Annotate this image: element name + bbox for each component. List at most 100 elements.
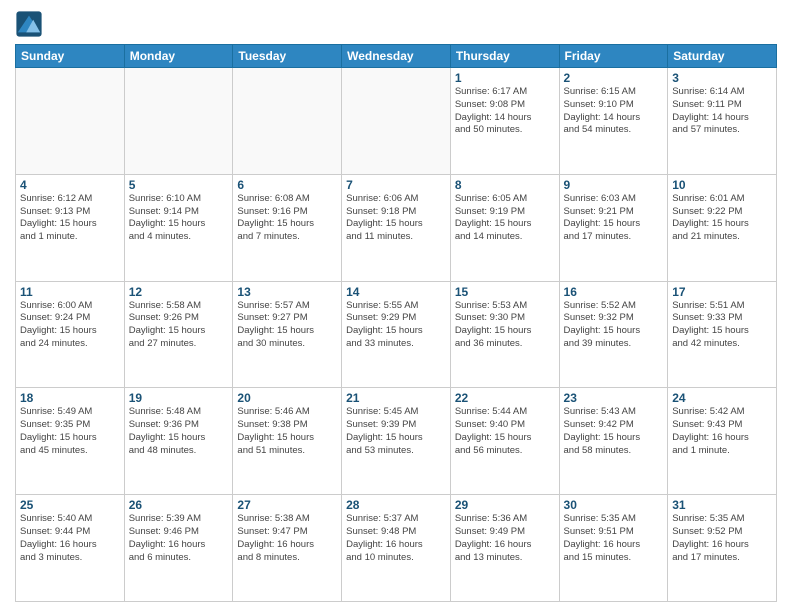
calendar-cell: 29Sunrise: 5:36 AM Sunset: 9:49 PM Dayli…	[450, 495, 559, 602]
day-info: Sunrise: 5:36 AM Sunset: 9:49 PM Dayligh…	[455, 513, 555, 564]
day-info: Sunrise: 5:46 AM Sunset: 9:38 PM Dayligh…	[237, 406, 337, 457]
calendar-cell: 31Sunrise: 5:35 AM Sunset: 9:52 PM Dayli…	[668, 495, 777, 602]
day-info: Sunrise: 5:45 AM Sunset: 9:39 PM Dayligh…	[346, 406, 446, 457]
logo-icon	[15, 10, 43, 38]
day-info: Sunrise: 5:35 AM Sunset: 9:52 PM Dayligh…	[672, 513, 772, 564]
day-info: Sunrise: 5:58 AM Sunset: 9:26 PM Dayligh…	[129, 300, 229, 351]
day-number: 25	[20, 498, 120, 512]
weekday-header-saturday: Saturday	[668, 45, 777, 68]
calendar-cell	[16, 68, 125, 175]
day-number: 15	[455, 285, 555, 299]
calendar-cell: 17Sunrise: 5:51 AM Sunset: 9:33 PM Dayli…	[668, 281, 777, 388]
day-info: Sunrise: 5:55 AM Sunset: 9:29 PM Dayligh…	[346, 300, 446, 351]
day-info: Sunrise: 6:15 AM Sunset: 9:10 PM Dayligh…	[564, 86, 664, 137]
day-number: 12	[129, 285, 229, 299]
day-number: 31	[672, 498, 772, 512]
day-number: 6	[237, 178, 337, 192]
calendar-cell: 12Sunrise: 5:58 AM Sunset: 9:26 PM Dayli…	[124, 281, 233, 388]
calendar-cell: 18Sunrise: 5:49 AM Sunset: 9:35 PM Dayli…	[16, 388, 125, 495]
day-info: Sunrise: 6:14 AM Sunset: 9:11 PM Dayligh…	[672, 86, 772, 137]
day-number: 24	[672, 391, 772, 405]
calendar-cell: 6Sunrise: 6:08 AM Sunset: 9:16 PM Daylig…	[233, 174, 342, 281]
day-info: Sunrise: 6:06 AM Sunset: 9:18 PM Dayligh…	[346, 193, 446, 244]
day-number: 16	[564, 285, 664, 299]
day-number: 21	[346, 391, 446, 405]
day-info: Sunrise: 5:37 AM Sunset: 9:48 PM Dayligh…	[346, 513, 446, 564]
day-number: 19	[129, 391, 229, 405]
calendar-cell: 27Sunrise: 5:38 AM Sunset: 9:47 PM Dayli…	[233, 495, 342, 602]
day-number: 8	[455, 178, 555, 192]
day-number: 30	[564, 498, 664, 512]
day-info: Sunrise: 5:57 AM Sunset: 9:27 PM Dayligh…	[237, 300, 337, 351]
calendar-cell: 10Sunrise: 6:01 AM Sunset: 9:22 PM Dayli…	[668, 174, 777, 281]
calendar-cell: 9Sunrise: 6:03 AM Sunset: 9:21 PM Daylig…	[559, 174, 668, 281]
calendar-cell: 16Sunrise: 5:52 AM Sunset: 9:32 PM Dayli…	[559, 281, 668, 388]
calendar-cell: 2Sunrise: 6:15 AM Sunset: 9:10 PM Daylig…	[559, 68, 668, 175]
day-info: Sunrise: 6:12 AM Sunset: 9:13 PM Dayligh…	[20, 193, 120, 244]
day-number: 2	[564, 71, 664, 85]
day-number: 27	[237, 498, 337, 512]
calendar-cell: 1Sunrise: 6:17 AM Sunset: 9:08 PM Daylig…	[450, 68, 559, 175]
header	[15, 10, 777, 38]
weekday-header-friday: Friday	[559, 45, 668, 68]
calendar-table: SundayMondayTuesdayWednesdayThursdayFrid…	[15, 44, 777, 602]
day-number: 3	[672, 71, 772, 85]
day-number: 14	[346, 285, 446, 299]
calendar-cell: 30Sunrise: 5:35 AM Sunset: 9:51 PM Dayli…	[559, 495, 668, 602]
weekday-header-row: SundayMondayTuesdayWednesdayThursdayFrid…	[16, 45, 777, 68]
day-number: 20	[237, 391, 337, 405]
day-number: 18	[20, 391, 120, 405]
calendar-cell: 19Sunrise: 5:48 AM Sunset: 9:36 PM Dayli…	[124, 388, 233, 495]
calendar-cell: 28Sunrise: 5:37 AM Sunset: 9:48 PM Dayli…	[342, 495, 451, 602]
calendar-cell	[342, 68, 451, 175]
day-info: Sunrise: 6:10 AM Sunset: 9:14 PM Dayligh…	[129, 193, 229, 244]
calendar-cell: 7Sunrise: 6:06 AM Sunset: 9:18 PM Daylig…	[342, 174, 451, 281]
calendar-cell: 13Sunrise: 5:57 AM Sunset: 9:27 PM Dayli…	[233, 281, 342, 388]
day-info: Sunrise: 5:43 AM Sunset: 9:42 PM Dayligh…	[564, 406, 664, 457]
day-info: Sunrise: 5:40 AM Sunset: 9:44 PM Dayligh…	[20, 513, 120, 564]
day-number: 7	[346, 178, 446, 192]
calendar-cell: 25Sunrise: 5:40 AM Sunset: 9:44 PM Dayli…	[16, 495, 125, 602]
day-info: Sunrise: 6:05 AM Sunset: 9:19 PM Dayligh…	[455, 193, 555, 244]
day-info: Sunrise: 5:38 AM Sunset: 9:47 PM Dayligh…	[237, 513, 337, 564]
day-number: 11	[20, 285, 120, 299]
weekday-header-tuesday: Tuesday	[233, 45, 342, 68]
calendar-cell	[233, 68, 342, 175]
day-info: Sunrise: 6:03 AM Sunset: 9:21 PM Dayligh…	[564, 193, 664, 244]
day-number: 9	[564, 178, 664, 192]
week-row-3: 11Sunrise: 6:00 AM Sunset: 9:24 PM Dayli…	[16, 281, 777, 388]
calendar-cell: 3Sunrise: 6:14 AM Sunset: 9:11 PM Daylig…	[668, 68, 777, 175]
day-number: 22	[455, 391, 555, 405]
calendar-cell: 24Sunrise: 5:42 AM Sunset: 9:43 PM Dayli…	[668, 388, 777, 495]
calendar-cell: 14Sunrise: 5:55 AM Sunset: 9:29 PM Dayli…	[342, 281, 451, 388]
day-number: 28	[346, 498, 446, 512]
day-number: 29	[455, 498, 555, 512]
week-row-4: 18Sunrise: 5:49 AM Sunset: 9:35 PM Dayli…	[16, 388, 777, 495]
calendar-cell: 8Sunrise: 6:05 AM Sunset: 9:19 PM Daylig…	[450, 174, 559, 281]
day-number: 23	[564, 391, 664, 405]
week-row-1: 1Sunrise: 6:17 AM Sunset: 9:08 PM Daylig…	[16, 68, 777, 175]
week-row-5: 25Sunrise: 5:40 AM Sunset: 9:44 PM Dayli…	[16, 495, 777, 602]
day-info: Sunrise: 6:17 AM Sunset: 9:08 PM Dayligh…	[455, 86, 555, 137]
calendar-cell: 4Sunrise: 6:12 AM Sunset: 9:13 PM Daylig…	[16, 174, 125, 281]
day-info: Sunrise: 6:08 AM Sunset: 9:16 PM Dayligh…	[237, 193, 337, 244]
day-info: Sunrise: 6:01 AM Sunset: 9:22 PM Dayligh…	[672, 193, 772, 244]
weekday-header-wednesday: Wednesday	[342, 45, 451, 68]
calendar-cell: 15Sunrise: 5:53 AM Sunset: 9:30 PM Dayli…	[450, 281, 559, 388]
weekday-header-monday: Monday	[124, 45, 233, 68]
weekday-header-thursday: Thursday	[450, 45, 559, 68]
logo	[15, 10, 47, 38]
day-info: Sunrise: 5:51 AM Sunset: 9:33 PM Dayligh…	[672, 300, 772, 351]
day-info: Sunrise: 5:42 AM Sunset: 9:43 PM Dayligh…	[672, 406, 772, 457]
day-info: Sunrise: 5:44 AM Sunset: 9:40 PM Dayligh…	[455, 406, 555, 457]
day-number: 26	[129, 498, 229, 512]
weekday-header-sunday: Sunday	[16, 45, 125, 68]
calendar-cell: 5Sunrise: 6:10 AM Sunset: 9:14 PM Daylig…	[124, 174, 233, 281]
calendar-cell: 21Sunrise: 5:45 AM Sunset: 9:39 PM Dayli…	[342, 388, 451, 495]
day-info: Sunrise: 5:49 AM Sunset: 9:35 PM Dayligh…	[20, 406, 120, 457]
day-info: Sunrise: 5:52 AM Sunset: 9:32 PM Dayligh…	[564, 300, 664, 351]
calendar-cell	[124, 68, 233, 175]
day-info: Sunrise: 5:48 AM Sunset: 9:36 PM Dayligh…	[129, 406, 229, 457]
day-info: Sunrise: 6:00 AM Sunset: 9:24 PM Dayligh…	[20, 300, 120, 351]
day-number: 5	[129, 178, 229, 192]
